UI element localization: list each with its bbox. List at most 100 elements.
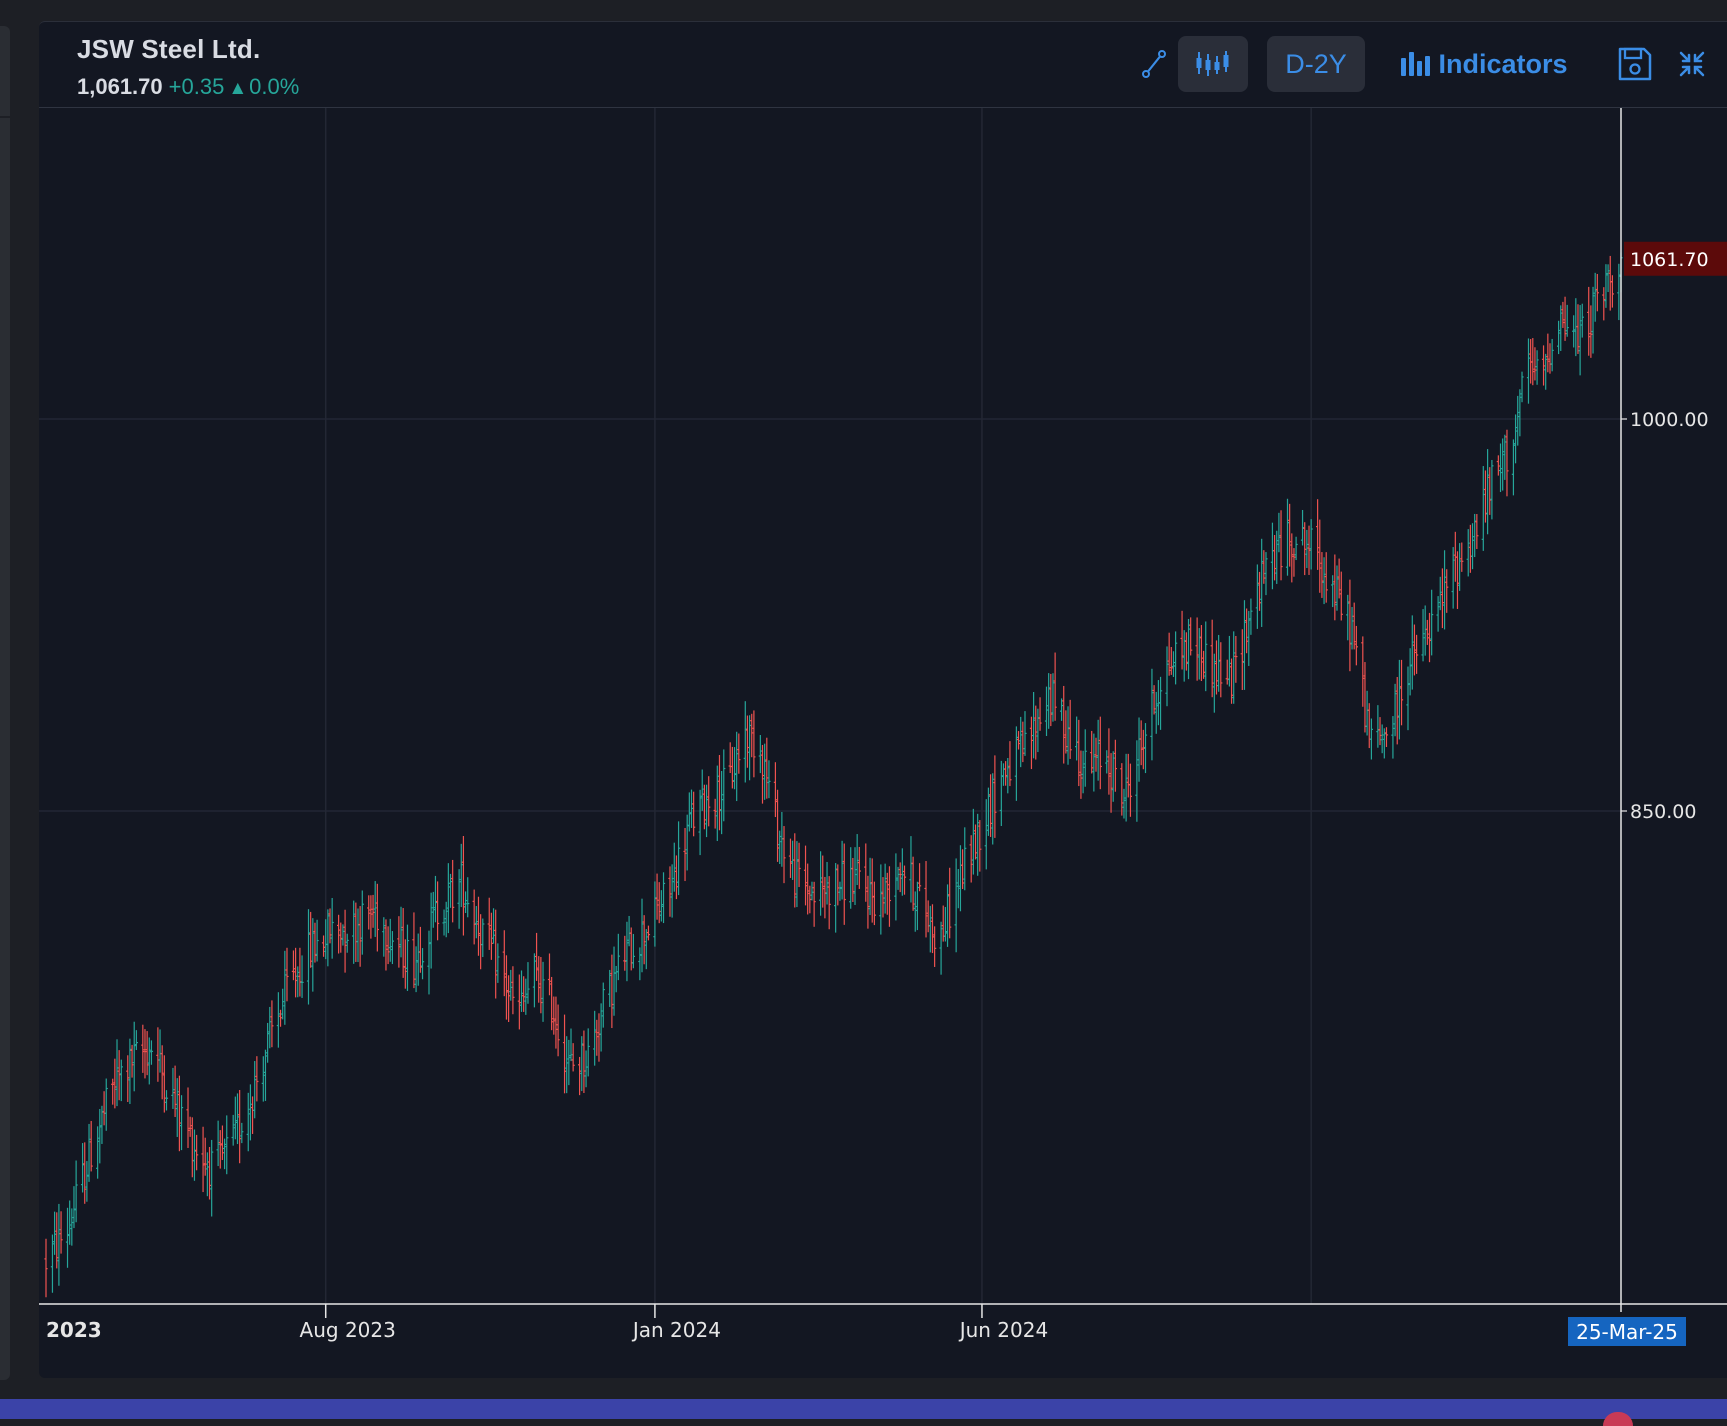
ohlc-bar bbox=[610, 954, 614, 1029]
ohlc-bar bbox=[1455, 551, 1460, 609]
ohlc-bar bbox=[162, 1055, 166, 1113]
ohlc-bar bbox=[210, 1139, 214, 1217]
ohlc-bar bbox=[354, 902, 358, 962]
ohlc-bar bbox=[1591, 286, 1595, 354]
candlestick-icon bbox=[1196, 51, 1229, 76]
timeframe-button[interactable]: D-2Y bbox=[1267, 36, 1365, 92]
ohlc-bar bbox=[930, 904, 935, 954]
ohlc-bar bbox=[866, 875, 870, 929]
ohlc-bar bbox=[614, 965, 618, 993]
ohlc-bar bbox=[885, 872, 889, 915]
ohlc-bar bbox=[1288, 503, 1292, 567]
indicators-button[interactable]: Indicators bbox=[1394, 36, 1574, 92]
ohlc-bar bbox=[352, 900, 356, 964]
ohlc-bar bbox=[601, 982, 605, 1028]
ohlc-bar bbox=[1158, 676, 1163, 730]
ohlc-bar bbox=[730, 746, 734, 789]
ohlc-bar bbox=[883, 863, 887, 914]
ohlc-bar bbox=[53, 1211, 57, 1255]
ohlc-bar bbox=[1565, 304, 1569, 337]
ohlc-bar bbox=[857, 846, 861, 889]
ohlc-bar bbox=[1285, 498, 1290, 576]
ohlc-bar bbox=[306, 909, 311, 1005]
ohlc-bar bbox=[1174, 631, 1178, 685]
ohlc-bar bbox=[1414, 634, 1419, 674]
ohlc-bar bbox=[89, 1120, 93, 1172]
ohlc-bar bbox=[1122, 788, 1126, 819]
ohlc-bar bbox=[842, 843, 846, 925]
ohlc-bar bbox=[692, 791, 696, 837]
ohlc-bar bbox=[1408, 648, 1412, 696]
ohlc-bar bbox=[616, 933, 620, 981]
ohlc-bar bbox=[1406, 666, 1410, 731]
ohlc-bar bbox=[1548, 343, 1552, 374]
ohlc-bar bbox=[945, 884, 950, 947]
ohlc-bar bbox=[750, 713, 754, 758]
ohlc-bar bbox=[958, 845, 963, 912]
ohlc-bar bbox=[948, 867, 952, 939]
save-button[interactable] bbox=[1607, 36, 1663, 92]
ohlc-bar bbox=[1602, 287, 1606, 321]
ohlc-bar bbox=[571, 1043, 575, 1072]
ohlc-bar bbox=[881, 877, 885, 918]
ohlc-bar bbox=[451, 859, 455, 923]
draw-tool-button[interactable] bbox=[1129, 36, 1179, 92]
ohlc-bar bbox=[1412, 624, 1417, 676]
ohlc-bar bbox=[504, 955, 509, 1020]
ohlc-bar bbox=[851, 857, 855, 903]
ohlc-bar bbox=[1292, 548, 1296, 577]
last-price-label: 1061.70 bbox=[1630, 249, 1709, 271]
ohlc-bar bbox=[128, 1038, 132, 1104]
ohlc-bar bbox=[700, 769, 704, 811]
ohlc-bar bbox=[1081, 750, 1085, 794]
ohlc-bar bbox=[132, 1021, 136, 1092]
ohlc-bar bbox=[879, 864, 883, 935]
ohlc-bar bbox=[821, 855, 825, 908]
axes: 2023 Aug 2023 Jan 2024 Jun 2024 25-Mar-25 100… bbox=[39, 108, 1727, 1346]
collapse-button[interactable] bbox=[1667, 36, 1717, 92]
ohlc-bar bbox=[270, 1000, 274, 1048]
ohlc-bar bbox=[894, 853, 898, 921]
ohlc-bar bbox=[216, 1120, 220, 1167]
ohlc-bar bbox=[584, 1050, 588, 1088]
ohlc-bar bbox=[745, 715, 750, 768]
ohlc-bar bbox=[309, 911, 313, 968]
ohlc-bar bbox=[235, 1093, 240, 1145]
ohlc-bar bbox=[156, 1027, 160, 1082]
ohlc-bar bbox=[203, 1137, 207, 1176]
ohlc-bar bbox=[65, 1207, 70, 1268]
ohlc-bar bbox=[1113, 739, 1117, 792]
ohlc-bar bbox=[300, 955, 304, 998]
ohlc-bar bbox=[494, 909, 498, 999]
ohlc-bar bbox=[1470, 523, 1475, 570]
ohlc-bar bbox=[268, 1006, 272, 1049]
ohlc-bar bbox=[803, 845, 808, 906]
ohlc-bar bbox=[556, 1004, 560, 1057]
ohlc-bar bbox=[631, 933, 635, 969]
ohlc-bar bbox=[834, 863, 838, 933]
ohlc-bar bbox=[864, 843, 868, 902]
chart-type-button[interactable] bbox=[1178, 36, 1248, 92]
ohlc-bar bbox=[702, 784, 707, 830]
ohlc-bar bbox=[608, 969, 612, 1007]
ohlc-bar bbox=[343, 909, 347, 973]
ohlc-bar bbox=[1227, 635, 1232, 687]
chart-area[interactable]: 2023 Aug 2023 Jan 2024 Jun 2024 25-Mar-25 100… bbox=[39, 108, 1727, 1378]
ohlc-bar bbox=[1468, 524, 1472, 573]
ohlc-bar bbox=[57, 1203, 61, 1286]
ohlc-bar bbox=[597, 1013, 601, 1062]
ohlc-bar bbox=[1279, 510, 1283, 581]
ohlc-bar bbox=[976, 813, 980, 876]
ohlc-bar bbox=[1397, 659, 1401, 740]
ohlc-bar bbox=[827, 876, 831, 930]
ohlc-bar bbox=[1260, 538, 1264, 627]
ohlc-bar bbox=[898, 862, 902, 893]
ohlc-bar bbox=[836, 864, 840, 906]
ohlc-chart[interactable]: 2023 Aug 2023 Jan 2024 Jun 2024 25-Mar-25 100… bbox=[39, 108, 1727, 1378]
ohlc-bar bbox=[1137, 717, 1141, 782]
ohlc-bar bbox=[1083, 729, 1087, 787]
ohlc-bar bbox=[1077, 719, 1081, 787]
ohlc-bar bbox=[963, 827, 967, 891]
bar-chart-icon bbox=[1401, 52, 1431, 76]
ohlc-bar bbox=[1488, 467, 1492, 515]
